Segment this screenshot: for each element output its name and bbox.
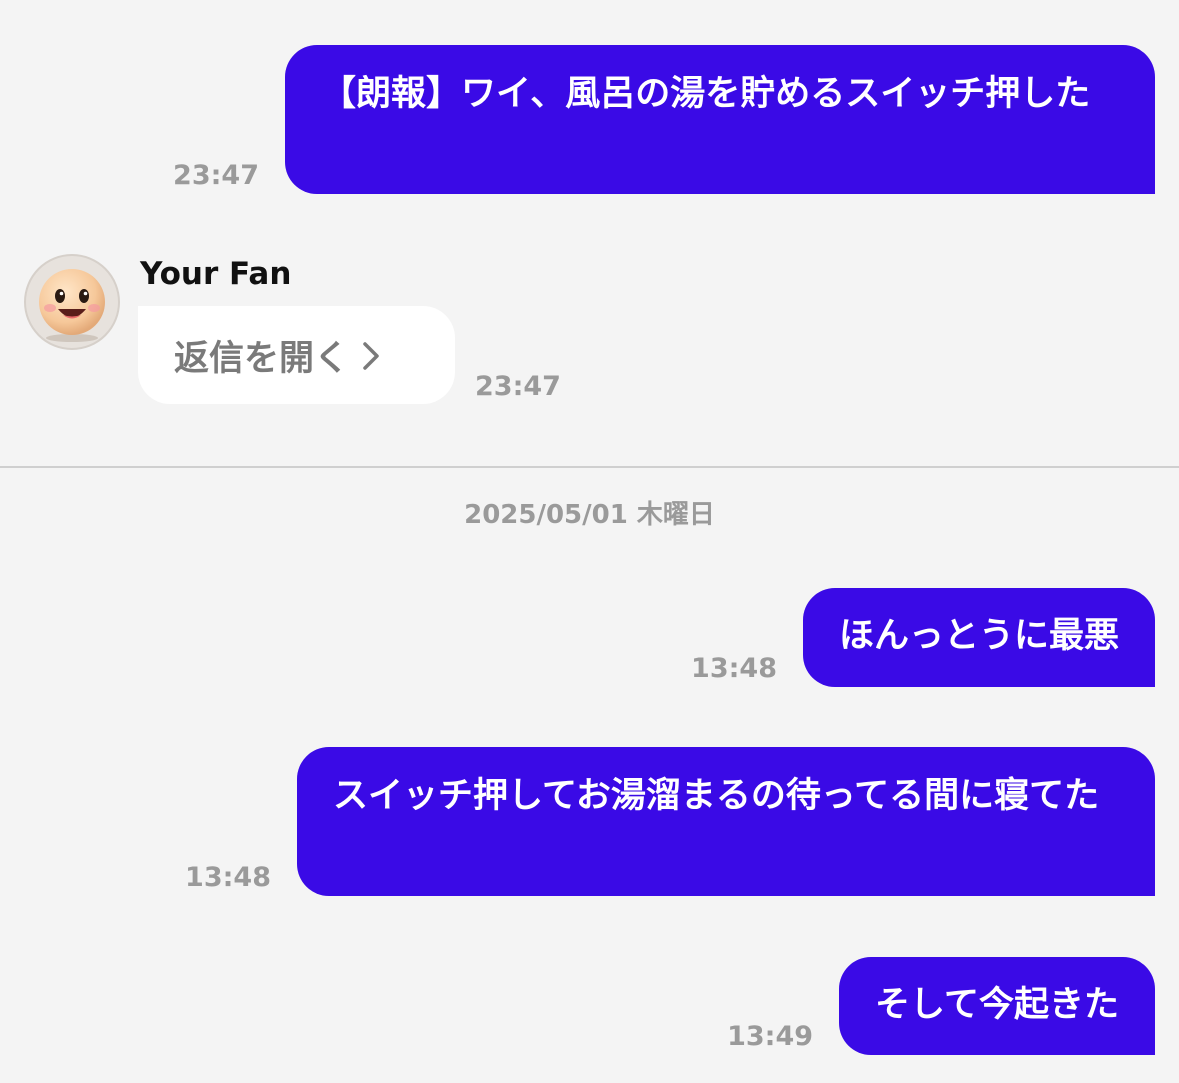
open-reply-button[interactable]: 返信を開く [138,306,455,404]
smiley-face-icon [39,269,105,342]
message-bubble[interactable]: 【朗報】ワイ、風呂の湯を貯めるスイッチ押した [285,45,1155,194]
message-timestamp: 13:48 [185,862,271,893]
sender-name: Your Fan [140,256,292,292]
message-timestamp: 13:49 [727,1021,814,1052]
message-row: 13:48 スイッチ押してお湯溜まるの待ってる間に寝てた [185,747,1155,896]
message-bubble[interactable]: ほんっとうに最悪 [802,588,1155,687]
avatar[interactable] [24,254,120,350]
message-bubble[interactable]: そして今起きた [839,957,1155,1055]
message-row: 23:47 【朗報】ワイ、風呂の湯を貯めるスイッチ押した [173,45,1155,194]
open-reply-label: 返信を開く [174,338,350,379]
chevron-right-icon [361,340,381,370]
message-timestamp: 13:48 [691,653,777,684]
message-row: 13:48 ほんっとうに最悪 [691,588,1155,687]
message-row: 13:49 そして今起きた [727,957,1155,1055]
date-separator: 2025/05/01 木曜日 [464,500,715,530]
message-bubble[interactable]: スイッチ押してお湯溜まるの待ってる間に寝てた [297,747,1155,896]
reply-row: 返信を開く 23:47 [138,306,561,404]
message-timestamp: 23:47 [475,371,561,402]
divider [0,466,1179,468]
message-timestamp: 23:47 [173,160,259,191]
